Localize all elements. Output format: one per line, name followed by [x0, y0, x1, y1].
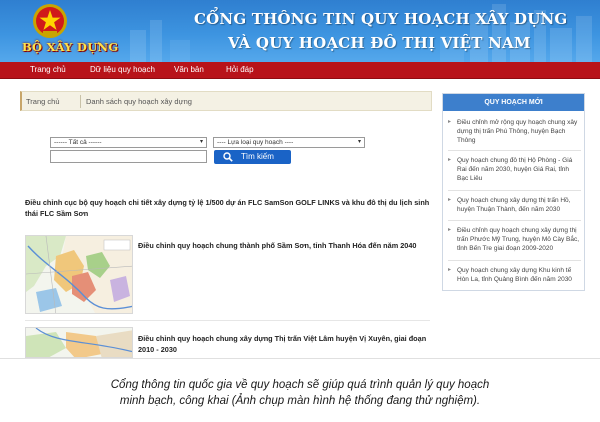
- nav-item-documents[interactable]: Văn bản: [174, 62, 204, 78]
- sidebar-item[interactable]: ▸ Quy hoạch chung đô thị Hộ Phòng - Giá …: [448, 156, 581, 183]
- sidebar-divider: [448, 220, 581, 221]
- sidebar-item[interactable]: ▸ Quy hoạch chung xây dựng thị trấn Hồ, …: [448, 196, 581, 214]
- site-banner: BỘ XÂY DỰNG CỔNG THÔNG TIN QUY HOẠCH XÂY…: [0, 0, 600, 62]
- region-select[interactable]: ------ Tất cả ------ ▾: [50, 137, 207, 148]
- planning-map-thumbnail: [26, 236, 132, 313]
- sidebar-item-text: Quy hoạch chung xây dựng Khu kinh tế Hòn…: [457, 267, 572, 283]
- search-button[interactable]: Tìm kiếm: [214, 150, 291, 164]
- search-icon: [223, 152, 233, 162]
- search-input[interactable]: [50, 150, 207, 163]
- portal-title-line2: VÀ QUY HOẠCH ĐÔ THỊ VIỆT NAM: [228, 34, 531, 52]
- sidebar-item[interactable]: ▸ Điều chỉnh mở rộng quy hoạch chung xây…: [448, 118, 581, 145]
- planning-type-select[interactable]: ---- Lựa loại quy hoạch ---- ▾: [213, 137, 365, 148]
- ministry-name: BỘ XÂY DỰNG: [22, 40, 119, 54]
- caption-line-2: minh bạch, công khai (Ảnh chụp màn hình …: [119, 395, 481, 407]
- sidebar-item[interactable]: ▸ Quy hoạch chung xây dựng Khu kinh tế H…: [448, 266, 581, 284]
- breadcrumb-home-link[interactable]: Trang chủ: [26, 97, 60, 106]
- search-button-label: Tìm kiếm: [241, 152, 274, 161]
- sidebar-divider: [448, 260, 581, 261]
- caption-line-1: Cổng thông tin quốc gia về quy hoạch sẽ …: [110, 379, 490, 391]
- chevron-down-icon: ▾: [199, 139, 203, 145]
- region-select-value: ------ Tất cả ------: [54, 139, 102, 146]
- result-thumbnail-map[interactable]: [25, 235, 133, 314]
- sidebar-heading: QUY HOẠCH MỚI: [443, 94, 584, 111]
- planning-type-select-value: ---- Lựa loại quy hoạch ----: [217, 139, 294, 146]
- sidebar-item-text: Điều chỉnh quy hoạch chung xây dựng thị …: [457, 227, 580, 252]
- planning-map-thumbnail: [26, 328, 132, 357]
- national-emblem-icon: [33, 4, 67, 38]
- sidebar-item[interactable]: ▸ Điều chỉnh quy hoạch chung xây dựng th…: [448, 226, 581, 253]
- chevron-down-icon: ▾: [357, 139, 361, 145]
- breadcrumb: Trang chủ Danh sách quy hoạch xây dựng: [20, 91, 432, 111]
- bullet-icon: ▸: [448, 119, 452, 125]
- featured-plan-title[interactable]: Điều chỉnh cục bộ quy hoạch chi tiết xây…: [25, 197, 437, 219]
- bullet-icon: ▸: [448, 197, 452, 203]
- result-title[interactable]: Điều chỉnh quy hoạch chung xây dựng Thị …: [138, 333, 428, 355]
- result-divider: [25, 320, 430, 321]
- new-plans-sidebar: QUY HOẠCH MỚI ▸ Điều chỉnh mở rộng quy h…: [442, 93, 585, 291]
- bullet-icon: ▸: [448, 267, 452, 273]
- result-title[interactable]: Điều chỉnh quy hoạch chung thành phố Sầm…: [138, 240, 428, 251]
- sidebar-item-text: Quy hoạch chung đô thị Hộ Phòng - Giá Ra…: [457, 157, 573, 182]
- sidebar-divider: [448, 190, 581, 191]
- nav-item-home[interactable]: Trang chủ: [30, 62, 66, 78]
- bullet-icon: ▸: [448, 157, 452, 163]
- breadcrumb-current: Danh sách quy hoạch xây dựng: [86, 97, 192, 106]
- result-thumbnail-map[interactable]: [25, 327, 133, 358]
- sidebar-divider: [448, 150, 581, 151]
- nav-item-planning-data[interactable]: Dữ liệu quy hoạch: [90, 62, 155, 78]
- photo-caption: Cổng thông tin quốc gia về quy hoạch sẽ …: [0, 358, 600, 422]
- bullet-icon: ▸: [448, 227, 452, 233]
- sidebar-item-text: Quy hoạch chung xây dựng thị trấn Hồ, hu…: [457, 197, 571, 213]
- nav-item-qa[interactable]: Hỏi đáp: [226, 62, 254, 78]
- breadcrumb-separator: [80, 95, 81, 108]
- sidebar-item-text: Điều chỉnh mở rộng quy hoạch chung xây d…: [457, 119, 578, 144]
- portal-title-line1: CỔNG THÔNG TIN QUY HOẠCH XÂY DỰNG: [194, 10, 568, 28]
- main-nav: Trang chủ Dữ liệu quy hoạch Văn bản Hỏi …: [0, 62, 600, 79]
